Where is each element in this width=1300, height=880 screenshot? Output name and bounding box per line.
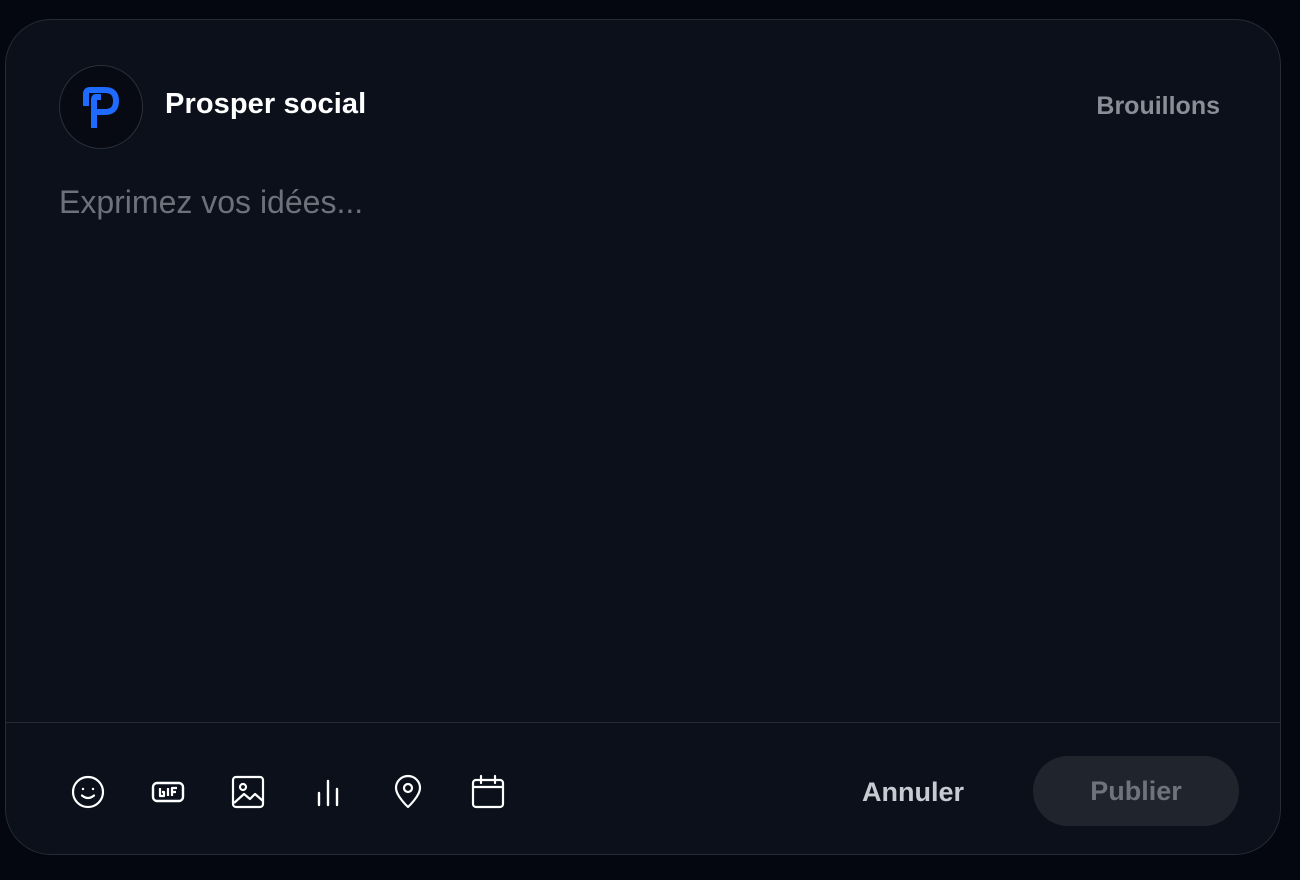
compose-text-input[interactable]	[59, 184, 1219, 704]
emoji-icon	[71, 775, 105, 809]
gif-button[interactable]	[146, 770, 190, 814]
footer-divider	[6, 722, 1280, 723]
gif-icon	[151, 781, 185, 803]
publish-button[interactable]: Publier	[1033, 756, 1239, 826]
location-icon	[394, 774, 422, 809]
image-button[interactable]	[226, 770, 270, 814]
emoji-button[interactable]	[66, 770, 110, 814]
avatar[interactable]	[59, 65, 143, 149]
image-icon	[231, 775, 265, 809]
schedule-button[interactable]	[466, 770, 510, 814]
account-name: Prosper social	[165, 88, 367, 120]
poll-icon	[317, 779, 339, 807]
calendar-icon	[471, 774, 505, 809]
compose-toolbar	[66, 770, 546, 814]
drafts-link[interactable]: Brouillons	[1096, 92, 1220, 121]
location-button[interactable]	[386, 770, 430, 814]
compose-post-modal: Prosper social Brouillons Exprimez vos i…	[5, 19, 1281, 855]
poll-button[interactable]	[306, 770, 350, 814]
prosper-logo-icon	[83, 87, 119, 128]
cancel-button[interactable]: Annuler	[862, 774, 964, 810]
compose-header: Prosper social Brouillons	[6, 20, 1280, 190]
